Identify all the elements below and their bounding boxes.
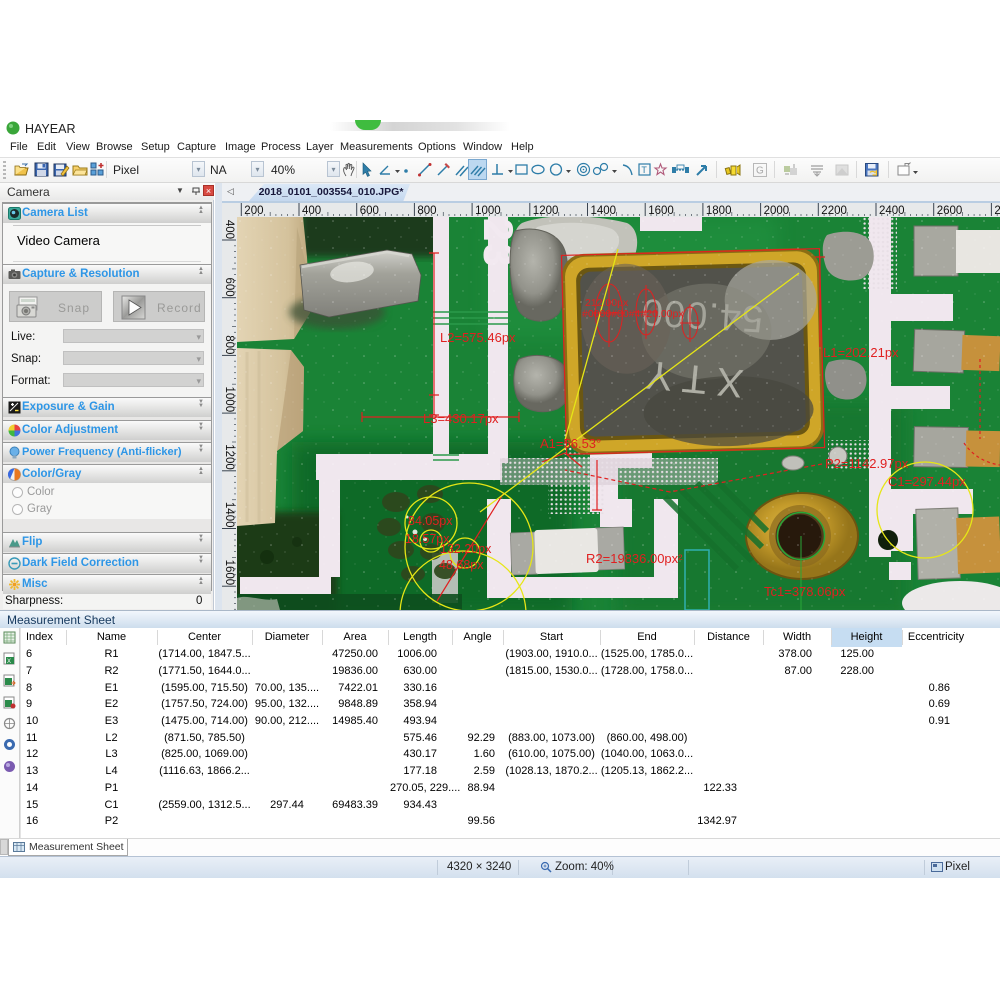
svg-text:400: 400 <box>223 220 235 239</box>
svg-text:X: X <box>7 659 11 665</box>
svg-text:800: 800 <box>223 335 235 354</box>
svg-text:1000: 1000 <box>223 387 235 413</box>
svg-text:48.68px: 48.68px <box>439 558 484 572</box>
svg-text:Tc1=378.06px: Tc1=378.06px <box>764 584 846 599</box>
svg-text:1400: 1400 <box>591 205 617 217</box>
svg-text:C1=297.44px: C1=297.44px <box>888 474 966 489</box>
svg-text:1000: 1000 <box>475 205 501 217</box>
svg-text:#0000#00#4#20.00px: #0000#00#4#20.00px <box>582 308 684 320</box>
svg-text:2000: 2000 <box>764 205 790 217</box>
svg-text:G: G <box>756 166 764 177</box>
svg-text:1600: 1600 <box>223 560 235 586</box>
svg-text:1200: 1200 <box>223 444 235 470</box>
svg-text:L3=430.17px: L3=430.17px <box>423 411 499 426</box>
svg-text:600: 600 <box>223 278 235 297</box>
svg-text:1600: 1600 <box>648 205 674 217</box>
svg-text:R2=19836.00px²: R2=19836.00px² <box>586 551 683 566</box>
svg-text:1200: 1200 <box>533 205 559 217</box>
svg-text:2600: 2600 <box>937 205 963 217</box>
svg-text:2200: 2200 <box>821 205 847 217</box>
svg-text:132.20px: 132.20px <box>440 542 492 556</box>
svg-text:1800: 1800 <box>706 205 732 217</box>
svg-text:P2=1142.97px: P2=1142.97px <box>825 456 909 471</box>
svg-text:84.05px: 84.05px <box>408 514 453 528</box>
svg-text:L2=575.46px: L2=575.46px <box>440 330 516 345</box>
svg-text:1400: 1400 <box>223 502 235 528</box>
svg-text:A1=56.53°: A1=56.53° <box>540 436 601 451</box>
svg-text:L1=202.21px: L1=202.21px <box>823 345 899 360</box>
svg-text:2400: 2400 <box>879 205 905 217</box>
svg-text:T: T <box>641 165 647 175</box>
